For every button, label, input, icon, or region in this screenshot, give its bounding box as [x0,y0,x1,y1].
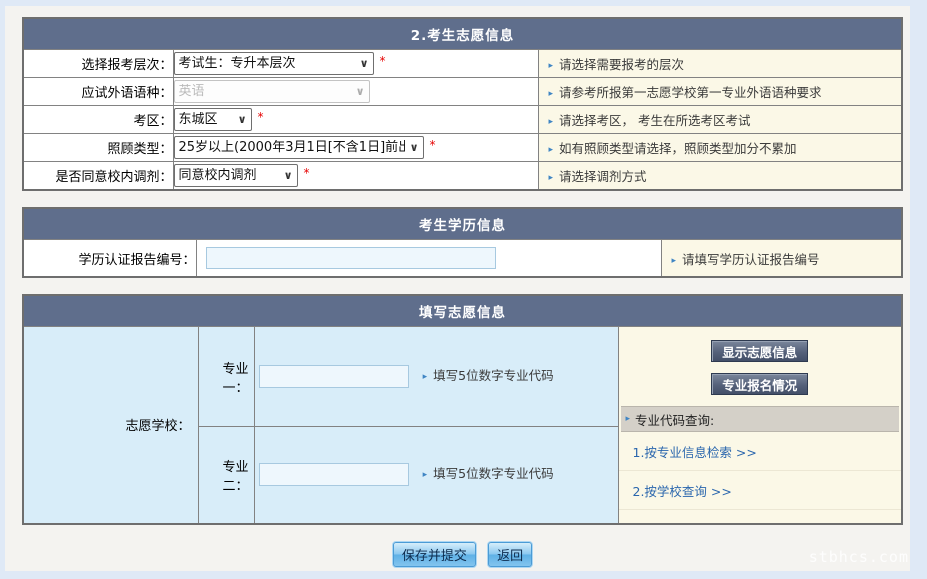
hint-bullet-icon: ▸ [549,117,554,127]
table-row-language: 应试外语语种： 英语 ∨ ▸ 请参考所报第一志愿学校第一专业外语语种要求 [23,78,902,106]
required-mark: * [380,54,386,68]
required-mark: * [304,166,310,180]
language-hint: 请参考所报第一志愿学校第一专业外语语种要求 [559,85,822,100]
panel-buttons: 显示志愿信息 专业报名情况 [619,327,902,395]
section-title-volunteer: 2.考生志愿信息 [23,18,902,50]
major1-hint: 填写5位数字专业代码 [433,368,553,383]
major2-input[interactable] [259,463,409,486]
level-select[interactable]: 考试生：专升本层次 [174,52,374,75]
education-info-table: 考生学历信息 学历认证报告编号： ▸ 请填写学历认证报告编号 [22,207,903,278]
language-label: 应试外语语种： [81,86,172,101]
report-number-label: 学历认证报告编号： [78,253,195,268]
footer-actions: 保存并提交 返回 [22,542,903,567]
watermark: stbhcs.com [809,548,909,566]
care-type-hint: 如有照顾类型请选择，照顾类型加分不累加 [559,141,797,156]
search-by-major-link[interactable]: 1.按专业信息检索 >> [619,432,902,471]
care-type-select[interactable]: 25岁以上(2000年3月1日[不含1日]前出 [174,136,424,159]
section-title-education: 考生学历信息 [23,208,902,240]
report-number-input[interactable] [206,247,496,269]
query-title: 专业代码查询: [635,410,714,429]
major2-label: 专业二： [222,460,248,494]
care-type-select-wrap: 25岁以上(2000年3月1日[不含1日]前出 ∨ [174,136,424,159]
adjustment-select[interactable]: 同意校内调剂 [174,164,298,187]
level-hint: 请选择需要报考的层次 [559,57,684,72]
section-title-apply: 填写志愿信息 [23,295,902,327]
show-volunteer-button[interactable]: 显示志愿信息 [711,340,808,362]
district-select-wrap: 东城区 ∨ [174,108,252,131]
save-submit-button[interactable]: 保存并提交 [393,542,476,567]
back-button[interactable]: 返回 [488,542,532,567]
table-row-level: 选择报考层次： 考试生：专升本层次 ∨ * ▸ 请选择需要报考的层次 [23,50,902,78]
hint-bullet-icon: ▸ [423,372,428,382]
table-row-major1: 志愿学校： 专业一： ▸填写5位数字专业代码 显示志愿信息 专业报名情况 ▸ 专… [23,327,902,427]
hint-bullet-icon: ▸ [549,145,554,155]
hint-bullet-icon: ▸ [549,61,554,71]
major1-label: 专业一： [222,362,248,396]
care-type-label: 照顾类型： [107,142,172,157]
level-select-wrap: 考试生：专升本层次 ∨ [174,52,374,75]
school-label-cell: 志愿学校： [23,327,198,524]
language-select: 英语 [174,80,370,103]
section-header-row: 考生学历信息 [23,208,902,240]
language-select-wrap: 英语 ∨ [174,80,370,103]
district-select[interactable]: 东城区 [174,108,252,131]
table-row-report-number: 学历认证报告编号： ▸ 请填写学历认证报告编号 [23,240,902,278]
table-row-adjustment: 是否同意校内调剂： 同意校内调剂 ∨ * ▸ 请选择调剂方式 [23,162,902,191]
hint-bullet-icon: ▸ [672,256,677,266]
query-panel: 显示志愿信息 专业报名情况 ▸ 专业代码查询: 1.按专业信息检索 >> 2.按… [618,327,902,524]
page-surface: 2.考生志愿信息 选择报考层次： 考试生：专升本层次 ∨ * ▸ 请选择需要报考的… [5,6,910,571]
section-header-row: 2.考生志愿信息 [23,18,902,50]
hint-bullet-icon: ▸ [423,470,428,480]
school-label: 志愿学校： [125,419,190,434]
major-status-button[interactable]: 专业报名情况 [711,373,808,395]
table-row-district: 考区： 东城区 ∨ * ▸ 请选择考区， 考生在所选考区考试 [23,106,902,134]
district-hint: 请选择考区， 考生在所选考区考试 [559,113,750,128]
required-mark: * [258,110,264,124]
volunteer-info-table: 2.考生志愿信息 选择报考层次： 考试生：专升本层次 ∨ * ▸ 请选择需要报考的… [22,17,903,191]
hint-bullet-icon: ▸ [626,414,631,424]
hint-bullet-icon: ▸ [549,89,554,99]
district-label: 考区： [133,114,172,129]
form-content: 2.考生志愿信息 选择报考层次： 考试生：专升本层次 ∨ * ▸ 请选择需要报考的… [5,6,910,567]
major1-input[interactable] [259,365,409,388]
section-header-row: 填写志愿信息 [23,295,902,327]
level-label: 选择报考层次： [81,58,172,73]
adjustment-select-wrap: 同意校内调剂 ∨ [174,164,298,187]
search-by-school-link[interactable]: 2.按学校查询 >> [619,471,902,510]
adjustment-label: 是否同意校内调剂： [55,170,172,185]
report-number-hint: 请填写学历认证报告编号 [682,252,820,267]
adjustment-hint: 请选择调剂方式 [559,169,647,184]
table-row-care-type: 照顾类型： 25岁以上(2000年3月1日[不含1日]前出 ∨ * ▸ 如有照顾类… [23,134,902,162]
hint-bullet-icon: ▸ [549,173,554,183]
required-mark: * [430,138,436,152]
apply-info-table: 填写志愿信息 志愿学校： 专业一： ▸ 填写5位数字专业代码 显示志愿信息 专业报… [22,294,903,525]
major2-hint: 填写5位数字专业代码 [433,466,553,481]
query-title-bar: ▸ 专业代码查询: [621,406,900,432]
